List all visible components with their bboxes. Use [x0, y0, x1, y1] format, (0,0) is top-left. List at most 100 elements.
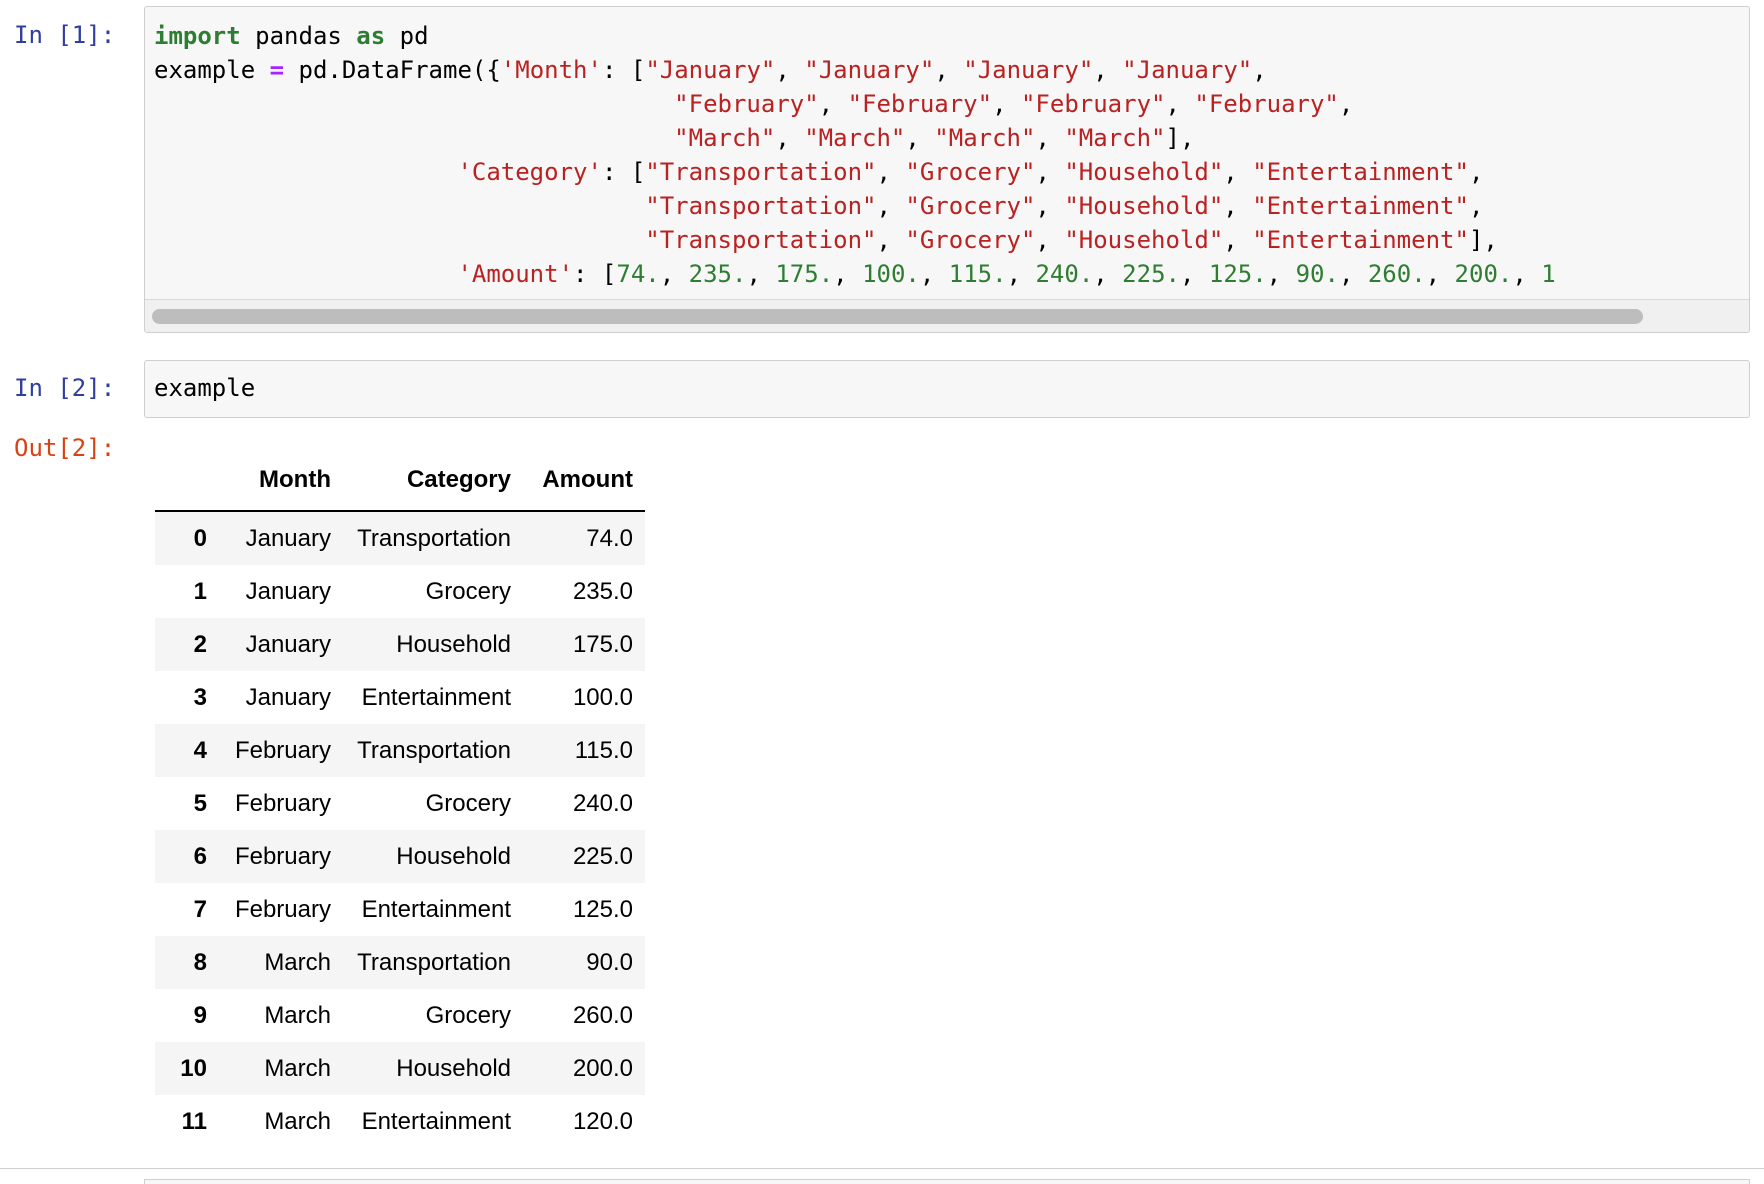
code-token: 240.	[1035, 260, 1094, 288]
code-token: "March"	[804, 124, 906, 152]
code-token: "Grocery"	[905, 192, 1036, 220]
code-token: 'Category'	[457, 158, 602, 186]
table-row: 4 February Transportation 115.0	[155, 724, 645, 777]
code-token: 200.	[1454, 260, 1513, 288]
code-token: "February"	[1020, 90, 1166, 118]
cell-category: Household	[396, 842, 511, 870]
cell-category: Household	[396, 630, 511, 658]
row-index: 10	[180, 1054, 207, 1082]
cell1-code: import pandas as pd example = pd.DataFra…	[154, 22, 1556, 288]
table-row: 11 March Entertainment 120.0	[155, 1095, 645, 1148]
code-token: 90.	[1295, 260, 1339, 288]
cell2-code-editor[interactable]: example	[144, 360, 1750, 418]
cell-month: January	[245, 524, 331, 552]
code-token: "Transportation"	[645, 226, 877, 254]
cell-month: January	[245, 630, 331, 658]
code-token: 74.	[616, 260, 660, 288]
cell-amount: 235.0	[572, 577, 633, 605]
cell-month: February	[234, 789, 331, 817]
cell-category: Transportation	[357, 948, 511, 976]
code-token: "Entertainment"	[1252, 192, 1469, 220]
cell-amount: 225.0	[572, 842, 633, 870]
index-header	[155, 450, 219, 512]
cell1-code-editor[interactable]: import pandas as pd example = pd.DataFra…	[144, 6, 1750, 333]
table-row: 6 February Household 225.0	[155, 830, 645, 883]
code-token: 'Month'	[500, 56, 602, 84]
code-token: 260.	[1367, 260, 1426, 288]
code-token: "Transportation"	[645, 192, 877, 220]
code-token: "March"	[1064, 124, 1166, 152]
row-index: 1	[193, 577, 207, 605]
table-row: 0 January Transportation 74.0	[155, 511, 645, 565]
cell-month: January	[245, 577, 331, 605]
code-token: as	[356, 22, 386, 50]
cell-category: Grocery	[425, 789, 511, 817]
next-cell-editor[interactable]	[144, 1179, 1750, 1184]
cell2-output-prompt: Out[2]:	[14, 434, 116, 462]
cell2-input-prompt: In [2]:	[14, 374, 116, 402]
cell-category: Entertainment	[361, 895, 511, 923]
cell-amount: 200.0	[572, 1054, 633, 1082]
table-row: 9 March Grocery 260.0	[155, 989, 645, 1042]
code-token: "Household"	[1064, 158, 1224, 186]
cell-category: Transportation	[357, 524, 511, 552]
cell-month: February	[234, 842, 331, 870]
column-header-category: Category	[343, 450, 523, 512]
horizontal-scrollbar-thumb[interactable]	[152, 309, 1643, 324]
code-token: 'Amount'	[457, 260, 574, 288]
table-row: 5 February Grocery 240.0	[155, 777, 645, 830]
row-index: 11	[181, 1107, 207, 1135]
code-token: "February"	[1194, 90, 1339, 118]
code-token: "January"	[804, 56, 935, 84]
code-token: "January"	[645, 56, 776, 84]
cell-amount: 74.0	[586, 524, 633, 552]
row-index: 6	[193, 842, 207, 870]
table-row: 8 March Transportation 90.0	[155, 936, 645, 989]
row-index: 7	[193, 895, 207, 923]
cell-month: March	[264, 948, 331, 976]
code-token: "Grocery"	[905, 226, 1036, 254]
code-token: 225.	[1122, 260, 1180, 288]
code-token: 115.	[948, 260, 1007, 288]
cell-divider	[0, 1168, 1764, 1169]
column-header-month: Month	[219, 450, 343, 512]
cell-month: March	[264, 1054, 331, 1082]
cell-category: Household	[396, 1054, 511, 1082]
column-header-amount: Amount	[523, 450, 645, 512]
code-token: "Entertainment"	[1252, 158, 1469, 186]
code-token: "Transportation"	[645, 158, 877, 186]
code-token: import	[154, 22, 241, 50]
cell-month: March	[264, 1107, 331, 1135]
dataframe-table: Month Category Amount 0 January Transpor…	[155, 450, 645, 1148]
cell-category: Grocery	[425, 577, 511, 605]
cell-amount: 260.0	[572, 1001, 633, 1029]
row-index: 3	[193, 683, 207, 711]
cell1-input-prompt: In [1]:	[14, 21, 116, 49]
code-token: "February"	[847, 90, 993, 118]
table-row: 2 January Household 175.0	[155, 618, 645, 671]
cell-month: March	[264, 1001, 331, 1029]
cell-amount: 240.0	[572, 789, 633, 817]
horizontal-scrollbar[interactable]	[145, 299, 1749, 332]
cell-month: February	[234, 895, 331, 923]
cell-category: Transportation	[357, 736, 511, 764]
code-token: pd.DataFrame({	[284, 56, 501, 84]
row-index: 9	[193, 1001, 207, 1029]
cell-category: Entertainment	[361, 1107, 511, 1135]
code-token: : [	[601, 56, 646, 84]
code-token: pd	[385, 22, 429, 50]
cell-category: Entertainment	[361, 683, 511, 711]
cell-amount: 115.0	[574, 736, 633, 764]
code-token: "January"	[1122, 56, 1253, 84]
row-index: 8	[193, 948, 207, 976]
code-token: 175.	[775, 260, 834, 288]
table-header-row: Month Category Amount	[155, 450, 645, 512]
table-row: 3 January Entertainment 100.0	[155, 671, 645, 724]
cell-amount: 125.0	[572, 895, 633, 923]
code-token: "March"	[934, 124, 1036, 152]
code-token: "January"	[963, 56, 1094, 84]
cell-amount: 175.0	[572, 630, 633, 658]
table-row: 1 January Grocery 235.0	[155, 565, 645, 618]
cell-month: January	[245, 683, 331, 711]
cell-category: Grocery	[425, 1001, 511, 1029]
